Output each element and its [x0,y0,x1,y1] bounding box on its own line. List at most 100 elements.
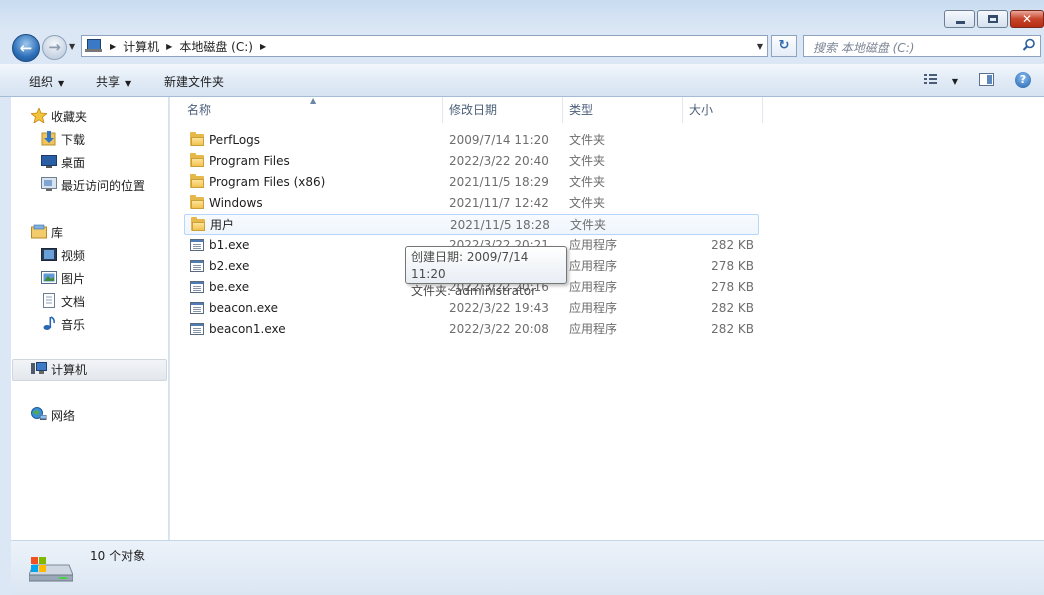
sidebar-item-recent-places[interactable]: 最近访问的位置 [41,176,145,196]
computer-icon [85,39,103,53]
refresh-icon: ↻ [778,38,790,53]
recent-pages-dropdown-icon[interactable]: ▼ [69,42,75,51]
music-icon [41,316,57,330]
minimize-icon [956,21,965,24]
library-icon [31,224,47,239]
application-icon [190,260,204,272]
breadcrumb-chevron-icon[interactable]: ▶ [166,42,172,51]
sidebar-item-music[interactable]: 音乐 [41,315,85,335]
maximize-icon [988,15,998,23]
sidebar-item-downloads[interactable]: 下载 [41,130,85,150]
help-button[interactable]: ? [1015,72,1031,88]
sidebar-item-desktop[interactable]: 桌面 [41,153,85,173]
file-type: 应用程序 [569,322,618,336]
address-history-dropdown-icon[interactable]: ▼ [757,42,763,51]
address-bar[interactable]: ▶ 计算机 ▶ 本地磁盘 (C:) ▶ ▼ [81,35,768,57]
file-modified-date: 2021/11/7 12:42 [449,196,549,210]
breadcrumb-chevron-icon[interactable]: ▶ [260,42,266,51]
folder-tooltip: 创建日期: 2009/7/14 11:20 文件夹: administrator [405,246,567,298]
file-row[interactable]: Windows 2021/11/7 12:42 文件夹 [184,193,759,214]
sidebar-item-computer[interactable]: 计算机 [31,360,87,380]
recent-places-label: 最近访问的位置 [61,179,146,193]
column-divider[interactable] [442,97,443,123]
forward-button[interactable]: → [42,35,67,60]
hard-drive-icon [29,557,73,582]
file-row[interactable]: 用户 2021/11/5 18:28 文件夹 [184,214,759,235]
tooltip-created-date: 创建日期: 2009/7/14 11:20 [411,250,529,281]
file-name: beacon.exe [209,301,278,315]
column-header-name[interactable]: 名称 [187,97,211,123]
application-icon [190,302,204,314]
back-button[interactable]: ← [12,34,40,62]
file-size: 282 KB [711,238,754,252]
preview-pane-button[interactable] [979,73,994,86]
navigation-pane: 收藏夹 下载 桌面 最近访问的位置 库 视频 图片 文档 音乐 计算机 网络 [11,97,169,540]
search-box[interactable]: 搜索 本地磁盘 (C:) [803,35,1041,57]
videos-label: 视频 [61,249,86,263]
file-modified-date: 2022/3/22 19:43 [449,301,549,315]
search-icon[interactable] [1022,38,1036,52]
chevron-down-icon: ▼ [125,79,132,88]
file-name: PerfLogs [209,133,261,147]
breadcrumb-computer[interactable]: 计算机 [123,38,159,55]
breadcrumb-local-disk[interactable]: 本地磁盘 (C:) [179,38,253,55]
new-folder-button[interactable]: 新建文件夹 [164,73,224,90]
column-header-date[interactable]: 修改日期 [449,97,497,123]
details-pane: 10 个对象 [11,540,1044,595]
sidebar-item-videos[interactable]: 视频 [41,246,85,266]
view-list-icon [924,74,937,84]
file-name: be.exe [209,280,250,294]
file-size: 278 KB [711,280,754,294]
column-divider[interactable] [682,97,683,123]
network-label: 网络 [51,409,76,423]
file-modified-date: 2022/3/22 20:40 [449,154,549,168]
sort-ascending-icon: ▲ [310,96,317,105]
file-modified-date: 2009/7/14 11:20 [449,133,549,147]
application-icon [190,323,204,335]
command-bar: 组织 ▼ 共享 ▼ 新建文件夹 ▼ ? [0,64,1044,97]
close-button[interactable]: ✕ [1010,10,1044,28]
file-row[interactable]: PerfLogs 2009/7/14 11:20 文件夹 [184,130,759,151]
file-row[interactable]: beacon1.exe 2022/3/22 20:08 应用程序 282 KB [184,319,759,340]
column-divider[interactable] [762,97,763,123]
file-size: 282 KB [711,301,754,315]
file-type: 应用程序 [569,259,618,273]
refresh-button[interactable]: ↻ [771,35,797,57]
change-view-button[interactable]: ▼ [924,73,958,89]
application-icon [190,239,204,251]
folder-icon [191,217,205,231]
file-modified-date: 2021/11/5 18:28 [450,218,550,232]
breadcrumb-chevron-icon[interactable]: ▶ [110,42,116,51]
share-menu[interactable]: 共享 ▼ [96,73,131,90]
sidebar-item-favorites[interactable]: 收藏夹 [29,106,88,127]
maximize-button[interactable] [977,10,1008,28]
close-icon: ✕ [1021,12,1033,26]
search-input[interactable]: 搜索 本地磁盘 (C:) [813,39,914,56]
computer-icon [31,361,47,375]
file-row[interactable]: Program Files 2022/3/22 20:40 文件夹 [184,151,759,172]
minimize-button[interactable] [944,10,975,28]
sidebar-item-network[interactable]: 网络 [31,406,75,426]
column-divider[interactable] [562,97,563,123]
forward-arrow-icon: → [48,38,61,56]
column-header-type[interactable]: 类型 [569,97,593,123]
chevron-down-icon: ▼ [951,77,958,86]
file-type: 文件夹 [569,154,606,168]
explorer-window: ✕ ← → ▼ ▶ 计算机 ▶ 本地磁盘 (C:) ▶ ▼ ↻ 搜索 本地磁盘 … [0,0,1044,595]
file-name: Windows [209,196,263,210]
sidebar-item-documents[interactable]: 文档 [41,292,85,312]
column-header-size[interactable]: 大小 [689,97,713,123]
file-row[interactable]: Program Files (x86) 2021/11/5 18:29 文件夹 [184,172,759,193]
recent-places-icon [41,177,57,191]
desktop-icon [41,154,57,168]
organize-menu[interactable]: 组织 ▼ [29,73,64,90]
sidebar-item-pictures[interactable]: 图片 [41,269,85,289]
sidebar-item-libraries[interactable]: 库 [31,223,63,243]
file-size: 282 KB [711,322,754,336]
back-arrow-icon: ← [19,39,33,57]
file-type: 文件夹 [569,196,606,210]
video-icon [41,247,57,261]
file-row[interactable]: beacon.exe 2022/3/22 19:43 应用程序 282 KB [184,298,759,319]
favorites-label: 收藏夹 [51,110,88,124]
folder-icon [190,195,204,209]
